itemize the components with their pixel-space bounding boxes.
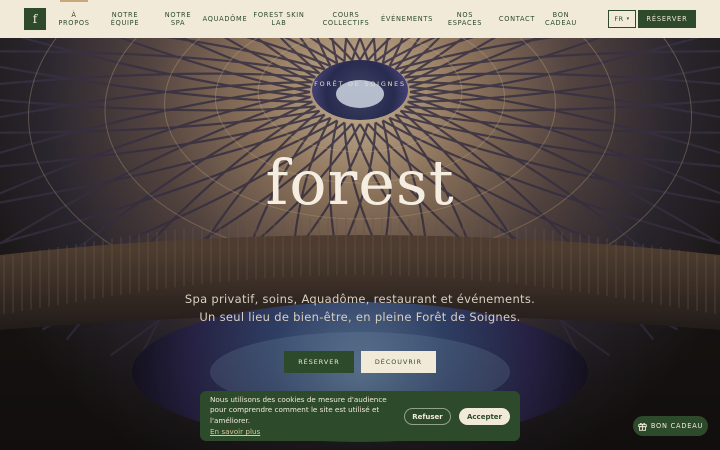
nav-item-bon-cadeau[interactable]: BON CADEAU xyxy=(536,0,586,38)
nav-item-aquadôme[interactable]: AQUADÔME xyxy=(202,0,248,38)
cookie-message: Nous utilisons des cookies de mesure d'a… xyxy=(210,395,402,438)
hero-location: FORÊT DE SOIGNES xyxy=(314,80,406,88)
nav-item-forest-skin-lab[interactable]: FOREST SKIN LAB xyxy=(248,0,310,38)
nav-item-label: CONTACT xyxy=(498,14,536,23)
nav-item-label: BON CADEAU xyxy=(545,10,577,28)
nav-item-label: AQUADÔME xyxy=(202,14,248,23)
nav-item-cours-collectifs[interactable]: COURS COLLECTIFS xyxy=(310,0,382,38)
main-nav: À PROPOS NOTRE ÉQUIPE NOTRE SPA AQUADÔME FOREST… xyxy=(52,0,586,38)
nav-item-label: À PROPOS xyxy=(58,10,90,28)
brand-logo[interactable]: f xyxy=(24,8,46,30)
hero-reserve-button[interactable]: RÉSERVER xyxy=(284,351,354,373)
nav-item-contact[interactable]: CONTACT xyxy=(498,0,536,38)
dome-ceiling-image xyxy=(0,0,720,450)
gift-card-floating-button[interactable]: BON CADEAU xyxy=(633,416,708,436)
hero-discover-button[interactable]: DÉCOUVRIR xyxy=(361,351,436,373)
language-selector[interactable]: FR ▾ xyxy=(608,10,636,28)
nav-item-label: NOS ESPACES xyxy=(447,10,483,28)
nav-item-événements[interactable]: ÉVÉNEMENTS xyxy=(381,0,433,38)
site-header: f À PROPOS NOTRE ÉQUIPE NOTRE SPA AQUADÔME FORE… xyxy=(0,0,720,38)
nav-item-label: NOTRE ÉQUIPE xyxy=(110,10,140,28)
chevron-down-icon: ▾ xyxy=(626,16,630,22)
nav-item-label: ÉVÉNEMENTS xyxy=(381,14,433,23)
cookie-refuse-button[interactable]: Refuser xyxy=(404,408,451,425)
hero-brand-title: forest xyxy=(265,146,455,219)
nav-item-label: NOTRE SPA xyxy=(164,10,192,28)
language-label: FR xyxy=(614,15,624,23)
gift-icon xyxy=(638,422,647,431)
nav-item-label: COURS COLLECTIFS xyxy=(322,10,370,28)
gift-button-label: BON CADEAU xyxy=(650,422,704,430)
cookie-learn-more-link[interactable]: En savoir plus xyxy=(210,427,260,438)
cookie-accept-button[interactable]: Accepter xyxy=(459,408,510,425)
nav-item-notre-spa[interactable]: NOTRE SPA xyxy=(154,0,202,38)
header-reserve-button[interactable]: RÉSERVER xyxy=(638,10,696,28)
cookie-banner: Nous utilisons des cookies de mesure d'a… xyxy=(200,391,520,441)
nav-item-nos-espaces[interactable]: NOS ESPACES xyxy=(432,0,498,38)
hero-background xyxy=(0,0,720,450)
hero-tagline: Spa privatif, soins, Aquadôme, restauran… xyxy=(184,292,536,324)
nav-item-à-propos[interactable]: À PROPOS xyxy=(52,0,96,38)
nav-item-notre-équipe[interactable]: NOTRE ÉQUIPE xyxy=(96,0,154,38)
nav-item-label: FOREST SKIN LAB xyxy=(253,10,305,28)
cookie-text: Nous utilisons des cookies de mesure d'a… xyxy=(210,394,387,425)
